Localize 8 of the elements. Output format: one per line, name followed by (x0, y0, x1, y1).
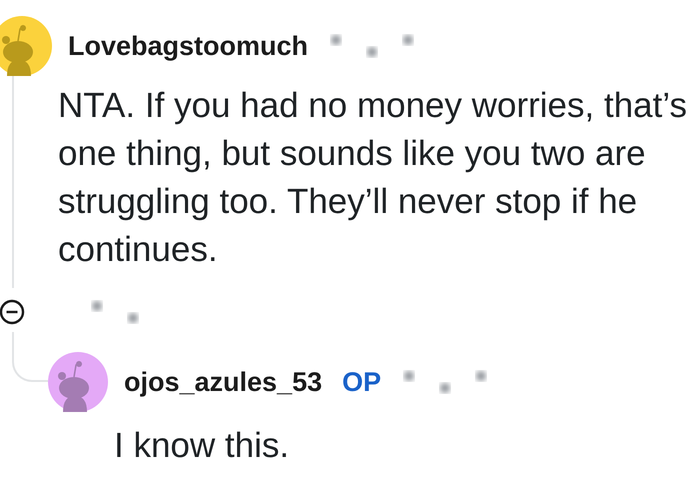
username[interactable]: ojos_azules_53 (124, 366, 322, 398)
comment-text: NTA. If you had no money worries, that’s one thing, but sounds like you two are struggling too. They’ll never stop if he continues. (58, 85, 688, 271)
collapse-icon[interactable] (0, 299, 25, 325)
avatar-icon (0, 16, 52, 76)
op-label: OP (342, 366, 382, 398)
avatar-icon (48, 352, 108, 412)
username[interactable]: Lovebagstoomuch (68, 30, 308, 62)
comment-text: I know this. (114, 426, 290, 466)
